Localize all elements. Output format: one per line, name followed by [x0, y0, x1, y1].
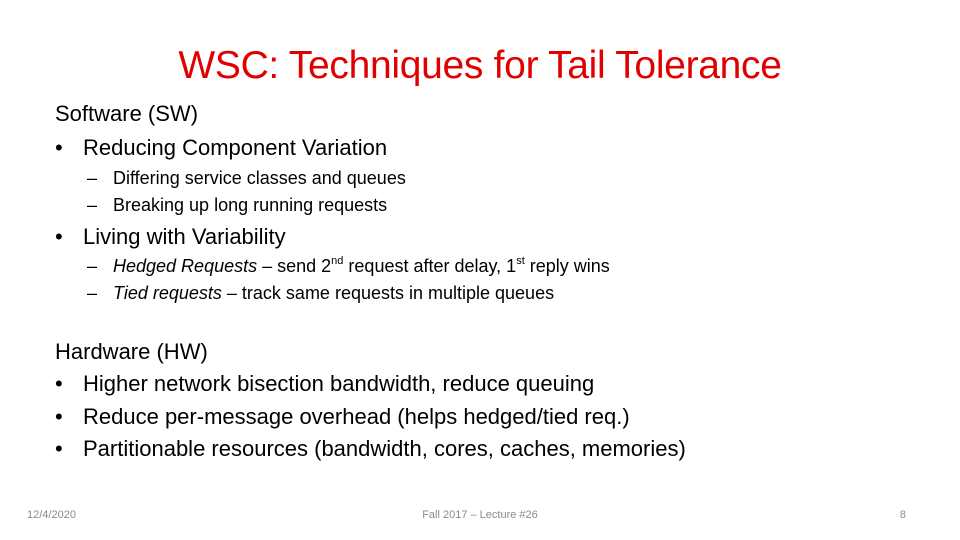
bullet-reducing-variation: • Reducing Component Variation [55, 135, 388, 160]
footer-lecture: Fall 2017 – Lecture #26 [422, 509, 538, 521]
sub-item-tied-requests: – Tied requests – track same requests in … [87, 283, 555, 303]
bullet-icon: • [55, 436, 63, 461]
slide-title: WSC: Techniques for Tail Tolerance [178, 44, 782, 87]
bullet-living-with-variability: • Living with Variability [55, 224, 286, 249]
dash-icon: – [87, 283, 98, 303]
sub-item: – Differing service classes and queues [87, 168, 406, 188]
hardware-item: • Partitionable resources (bandwidth, cor… [55, 436, 686, 461]
dash-icon: – [87, 168, 98, 188]
bullet-icon: • [55, 404, 63, 429]
bullet-icon: • [55, 371, 63, 396]
sub-item: – Breaking up long running requests [87, 195, 388, 215]
hardware-item: • Reduce per-message overhead (helps hedg… [55, 404, 630, 429]
bullet-icon: • [55, 224, 63, 249]
sub-item-hedged-requests: – Hedged Requests – send 2nd request afte… [87, 255, 610, 277]
hardware-heading: Hardware (HW) [55, 339, 208, 364]
slide-number: 8 [899, 509, 906, 521]
software-heading: Software (SW) [55, 101, 199, 126]
bullet-icon: • [55, 135, 63, 160]
dash-icon: – [87, 195, 98, 215]
hardware-item: • Higher network bisection bandwidth, red… [55, 371, 595, 396]
dash-icon: – [87, 256, 98, 276]
